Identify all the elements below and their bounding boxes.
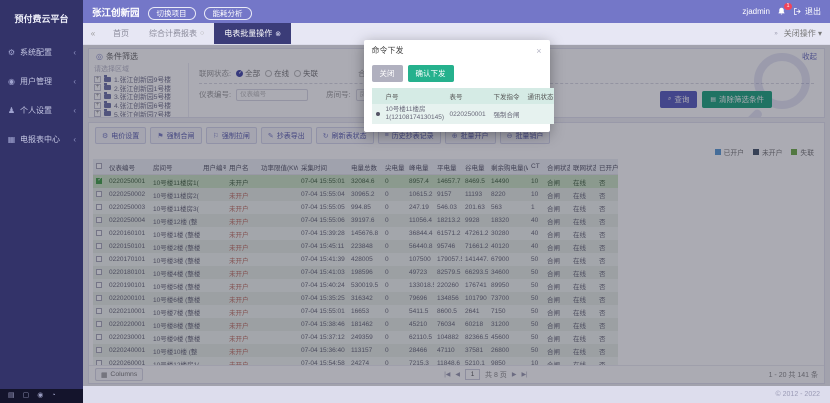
page-footer: © 2012 - 2022 [83, 386, 830, 403]
command-cell: 强制合闸 [490, 104, 524, 124]
sidebar-footer-bar: ▤ ▢ ◉ ◔ [0, 389, 83, 403]
main-area: 张江创新园 切换项目能耗分析 zjadmin 1 退出 « 首页综合计费报表○电… [83, 0, 830, 403]
tab-label: 电表批量操作 [224, 28, 272, 39]
notification-badge: 1 [784, 3, 792, 10]
close-operations-dropdown[interactable]: 关闭操作 ▾ [784, 28, 822, 39]
topbar-actions: 切换项目能耗分析 [140, 3, 252, 21]
account-no-cell: 10号楼11楼房1(12108174130145) [382, 104, 446, 124]
sidebar-item-2[interactable]: ♟ 个人设置 ‹ [0, 96, 83, 125]
sidebar: 预付费云平台 ⚙ 系统配置 ‹ ◉ 用户管理 ‹ ♟ 个人设置 ‹ ▦ 电报表中心 ‹ ▤ ▢ ◉ ◔ [0, 0, 83, 403]
tab-1[interactable]: 综合计费报表○ [139, 23, 214, 44]
modal-column-header-3: 通讯状态 [524, 88, 554, 104]
meter-no-cell: 0220250001 [446, 104, 490, 124]
modal-column-header-0: 户号 [382, 88, 446, 104]
tab-list: 首页综合计费报表○电表批量操作⊗ [103, 23, 291, 44]
modal-close-button[interactable]: 关闭 [372, 65, 403, 82]
tab-2[interactable]: 电表批量操作⊗ [214, 23, 291, 44]
command-dispatch-modal: 命令下发 × 关闭 确认下发 户号表号下发指令通讯状态 10号楼11楼房1(12… [364, 40, 550, 132]
sidebar-item-3[interactable]: ▦ 电报表中心 ‹ [0, 125, 83, 154]
tab-0[interactable]: 首页 [103, 23, 139, 44]
sidebar-item-icon: ▦ [7, 135, 16, 144]
sidebar-item-icon: ⚙ [7, 48, 16, 57]
taskbar-icon-3[interactable]: ◔ [51, 389, 55, 403]
energy-analysis-button[interactable]: 能耗分析 [204, 7, 252, 20]
modal-column-header-2: 下发指令 [490, 88, 524, 104]
app-logo: 预付费云平台 [0, 0, 83, 38]
app-window: 预付费云平台 ⚙ 系统配置 ‹ ◉ 用户管理 ‹ ♟ 个人设置 ‹ ▦ 电报表中心 ‹ ▤ ▢ ◉ ◔ 张江… [0, 0, 830, 403]
comm-status-cell [524, 104, 554, 124]
command-table: 户号表号下发指令通讯状态 10号楼11楼房1(12108174130145) 0… [372, 88, 554, 124]
logout-button[interactable]: 退出 [793, 6, 821, 17]
modal-close-icon[interactable]: × [536, 47, 541, 55]
taskbar-icon-2[interactable]: ◉ [37, 389, 43, 403]
chevron-left-icon: ‹ [73, 48, 76, 57]
tabs-collapse-icon[interactable]: « [83, 23, 103, 44]
tab-close-icon[interactable]: ⊗ [275, 30, 281, 38]
switch-project-button[interactable]: 切换项目 [148, 7, 196, 20]
tabs-more-icon[interactable]: » [774, 31, 777, 37]
chevron-left-icon: ‹ [73, 106, 76, 115]
sidebar-nav: ⚙ 系统配置 ‹ ◉ 用户管理 ‹ ♟ 个人设置 ‹ ▦ 电报表中心 ‹ [0, 38, 83, 154]
command-row[interactable]: 10号楼11楼房1(12108174130145) 0220250001 强制合… [372, 104, 554, 124]
sidebar-item-icon: ♟ [7, 106, 16, 115]
row-selected-dot [376, 112, 380, 116]
tab-label: 首页 [113, 28, 129, 39]
topbar: 张江创新园 切换项目能耗分析 zjadmin 1 退出 [83, 0, 830, 23]
modal-confirm-button[interactable]: 确认下发 [408, 65, 454, 82]
sidebar-item-0[interactable]: ⚙ 系统配置 ‹ [0, 38, 83, 67]
sidebar-item-icon: ◉ [7, 77, 16, 86]
sidebar-item-label: 电报表中心 [20, 134, 60, 145]
sidebar-item-label: 系统配置 [20, 47, 52, 58]
notification-bell-icon[interactable]: 1 [777, 7, 786, 16]
copyright: © 2012 - 2022 [776, 391, 820, 398]
chevron-left-icon: ‹ [73, 135, 76, 144]
logout-icon [793, 7, 802, 16]
tab-mark-icon: ○ [200, 30, 204, 37]
taskbar-icon-1[interactable]: ▢ [23, 389, 30, 403]
project-title: 张江创新园 [92, 5, 140, 19]
sidebar-item-1[interactable]: ◉ 用户管理 ‹ [0, 67, 83, 96]
tab-label: 综合计费报表 [149, 28, 197, 39]
sidebar-item-label: 用户管理 [20, 76, 52, 87]
username[interactable]: zjadmin [742, 7, 770, 16]
modal-title: 命令下发 [372, 45, 404, 56]
chevron-left-icon: ‹ [73, 77, 76, 86]
modal-column-header-1: 表号 [446, 88, 490, 104]
taskbar-icon-0[interactable]: ▤ [8, 389, 15, 403]
sidebar-item-label: 个人设置 [20, 105, 52, 116]
